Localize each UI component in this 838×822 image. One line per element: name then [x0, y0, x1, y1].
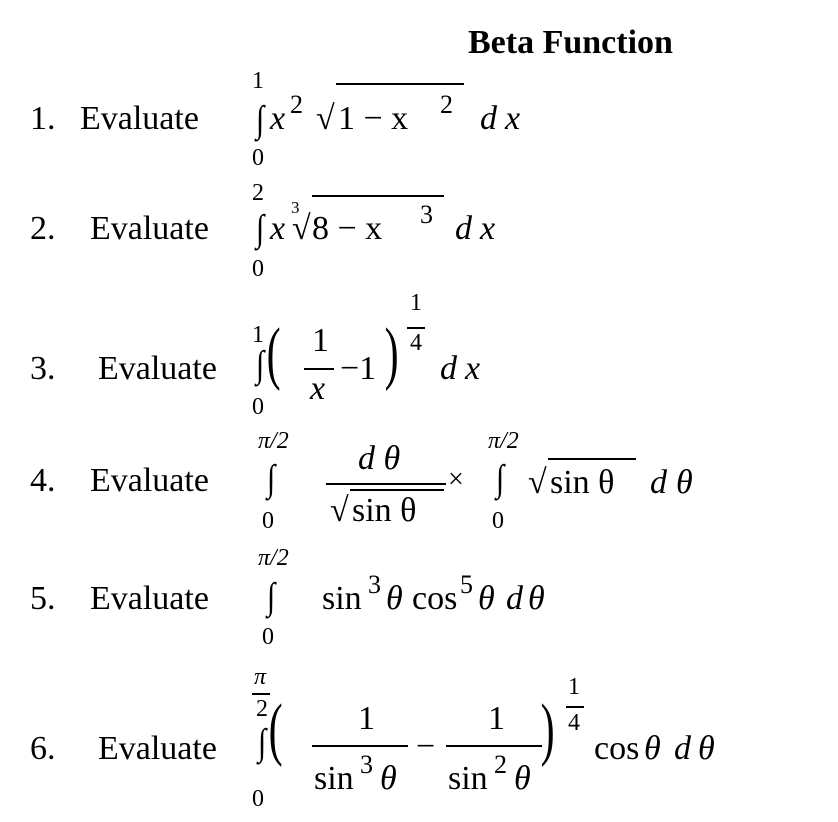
- variable: θ: [698, 730, 715, 767]
- radical-icon-2: √: [528, 464, 547, 501]
- integral-sign-2: ∫: [496, 457, 505, 499]
- radical-bar: [350, 489, 444, 491]
- upper-limit: 1: [252, 68, 264, 94]
- fraction-2-numerator: 1: [488, 700, 505, 737]
- differential: d: [455, 210, 472, 247]
- left-paren: (: [268, 691, 283, 768]
- fraction-2-variable: θ: [514, 760, 531, 797]
- exponent-denominator: 4: [568, 710, 580, 736]
- integral-sign: ∫: [267, 575, 276, 617]
- radical-bar: [312, 195, 444, 197]
- minus-one: −1: [340, 350, 377, 387]
- fraction-numerator: 1: [312, 322, 329, 359]
- fraction-1-function: sin: [314, 760, 354, 797]
- fraction-2-exponent: 2: [494, 750, 507, 779]
- exponent-denominator: 4: [410, 330, 422, 356]
- exponent-bar: [566, 706, 584, 708]
- lower-limit: 0: [252, 145, 264, 171]
- problem-verb: Evaluate: [98, 730, 217, 767]
- problem-number: 6.: [30, 730, 56, 767]
- differential: d: [674, 730, 691, 767]
- differential: d: [480, 100, 497, 137]
- page-title: Beta Function: [468, 24, 673, 61]
- variable: x: [465, 350, 481, 387]
- term: x: [270, 100, 286, 137]
- integral-sign: ∫: [258, 721, 267, 763]
- times-sign: ×: [448, 464, 464, 495]
- radicand: 8 − x: [312, 210, 383, 247]
- right-paren: ): [384, 315, 399, 392]
- problem-number: 2.: [30, 210, 56, 247]
- exponent-numerator: 1: [568, 674, 580, 700]
- fraction-denominator: x: [310, 370, 326, 407]
- fraction-bar: [326, 483, 446, 485]
- radicand: 1 − x: [338, 100, 409, 137]
- differential: d: [506, 580, 523, 617]
- problem-number: 3.: [30, 350, 56, 387]
- problem-verb: Evaluate: [90, 580, 209, 617]
- lower-limit: 0: [252, 256, 264, 282]
- upper-limit: π/2: [258, 545, 289, 571]
- theta: θ: [386, 580, 403, 617]
- exponent-bar: [407, 327, 425, 329]
- integral-sign: ∫: [256, 207, 265, 249]
- exponent-numerator: 1: [410, 290, 422, 316]
- theta: θ: [478, 580, 495, 617]
- radical-bar: [336, 83, 464, 85]
- term: x: [270, 210, 286, 247]
- differential: d: [440, 350, 457, 387]
- fraction-1-variable: θ: [380, 760, 397, 797]
- lower-limit: 0: [262, 624, 274, 650]
- left-paren: (: [266, 315, 281, 392]
- radical-icon: √: [316, 100, 335, 137]
- cos-function: cos: [594, 730, 640, 767]
- exponent: 2: [290, 90, 303, 119]
- lower-limit: 0: [262, 508, 274, 534]
- sin-function: sin: [322, 580, 362, 617]
- problem-verb: Evaluate: [90, 462, 209, 499]
- fraction-2-function: sin: [448, 760, 488, 797]
- problem-number: 4.: [30, 462, 56, 499]
- integral-sign: ∫: [256, 343, 265, 385]
- cos-exponent: 5: [460, 570, 473, 599]
- problem-verb: Evaluate: [98, 350, 217, 387]
- problem-number: 1.: [30, 100, 56, 137]
- upper-limit: 2: [252, 180, 264, 206]
- fraction-numerator: d θ: [358, 440, 401, 477]
- upper-limit: π/2: [258, 428, 289, 454]
- upper-limit-denominator: 2: [256, 696, 268, 722]
- radical-icon: √: [292, 210, 311, 247]
- variable: θ: [528, 580, 545, 617]
- fraction-denominator: sin θ: [352, 492, 417, 529]
- problem-verb: Evaluate: [90, 210, 209, 247]
- variable: θ: [676, 464, 693, 501]
- radical-bar-2: [548, 458, 636, 460]
- upper-limit-numerator: π: [254, 664, 267, 690]
- lower-limit: 0: [252, 394, 264, 420]
- upper-limit-bar: [252, 693, 270, 695]
- lower-limit: 0: [252, 786, 264, 812]
- fraction-1-exponent: 3: [360, 750, 373, 779]
- differential: d: [650, 464, 667, 501]
- problem-verb: Evaluate: [80, 100, 199, 137]
- lower-limit-2: 0: [492, 508, 504, 534]
- sin-exponent: 3: [368, 570, 381, 599]
- cos-function: cos: [412, 580, 458, 617]
- variable: x: [505, 100, 521, 137]
- integral-sign: ∫: [267, 457, 276, 499]
- minus-sign: −: [416, 728, 436, 765]
- integral-sign: ∫: [256, 98, 265, 140]
- fraction-1-bar: [312, 745, 408, 747]
- fraction-1-numerator: 1: [358, 700, 375, 737]
- radicand: sin θ: [550, 464, 615, 501]
- radicand-exponent: 3: [420, 200, 433, 229]
- problem-number: 5.: [30, 580, 56, 617]
- theta: θ: [644, 730, 661, 767]
- radical-icon: √: [330, 492, 349, 529]
- upper-limit-2: π/2: [488, 428, 519, 454]
- fraction-2-bar: [446, 745, 542, 747]
- radicand-exponent: 2: [440, 90, 453, 119]
- variable: x: [480, 210, 496, 247]
- right-paren: ): [540, 691, 555, 768]
